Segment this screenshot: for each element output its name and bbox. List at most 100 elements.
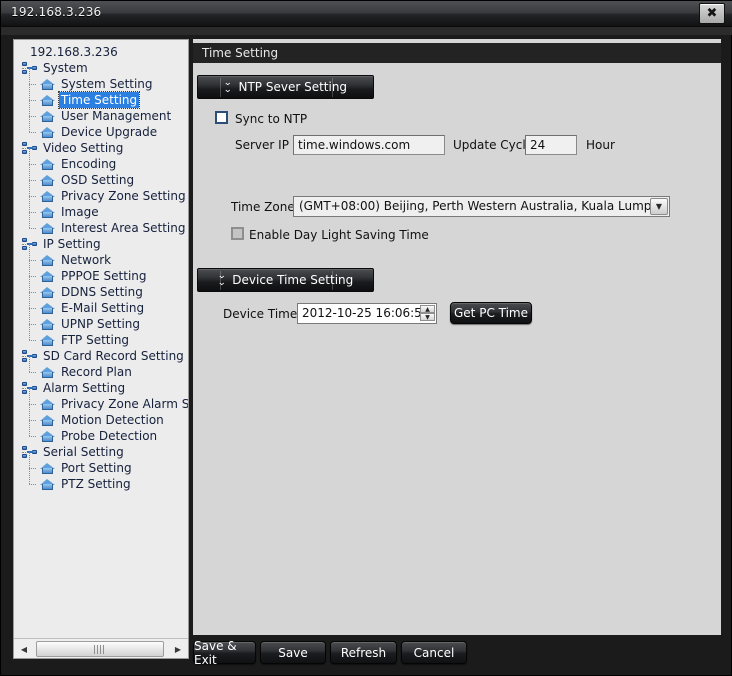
home-icon bbox=[40, 462, 55, 475]
tree-item-port-setting[interactable]: Port Setting bbox=[18, 452, 188, 476]
home-icon bbox=[40, 254, 55, 267]
device-time-section-title: Device Time Setting bbox=[232, 273, 354, 287]
device-time-stepper[interactable]: ▲ ▼ bbox=[420, 305, 435, 322]
tree-item-e-mail-setting[interactable]: E-Mail Setting bbox=[18, 292, 188, 316]
home-icon bbox=[40, 158, 55, 171]
refresh-button[interactable]: Refresh bbox=[330, 641, 397, 664]
sync-to-ntp-checkbox[interactable] bbox=[215, 111, 228, 124]
chevron-down-icon[interactable]: ▼ bbox=[650, 198, 668, 215]
tree-item-label: Privacy Zone Setting bbox=[61, 189, 186, 203]
tree-item-192-168-3-236[interactable]: 192.168.3.236 bbox=[18, 44, 188, 60]
tree-item-user-management[interactable]: User Management bbox=[18, 100, 188, 124]
tree-item-osd-setting[interactable]: OSD Setting bbox=[18, 164, 188, 188]
tree-item-system-setting[interactable]: System Setting bbox=[18, 68, 188, 92]
home-icon bbox=[40, 110, 55, 123]
tree-item-encoding[interactable]: Encoding bbox=[18, 148, 188, 172]
tree-item-label: DDNS Setting bbox=[61, 285, 143, 299]
tree-item-video-setting[interactable]: Video Setting bbox=[18, 140, 188, 156]
home-icon bbox=[40, 94, 55, 107]
tree-item-label: Serial Setting bbox=[43, 445, 124, 459]
device-time-label: Device Time bbox=[223, 307, 298, 321]
home-icon bbox=[40, 414, 55, 427]
tree-item-network[interactable]: Network bbox=[18, 244, 188, 268]
tree-item-label: Network bbox=[61, 253, 112, 267]
tree-item-ptz-setting[interactable]: PTZ Setting bbox=[18, 468, 188, 492]
ntp-section-header[interactable]: ⌄ ⌄ NTP Sever Setting bbox=[197, 75, 374, 99]
tree-item-label: SD Card Record Setting bbox=[43, 349, 184, 363]
tree-item-pppoe-setting[interactable]: PPPOE Setting bbox=[18, 260, 188, 284]
sync-to-ntp-label: Sync to NTP bbox=[235, 112, 308, 126]
home-icon bbox=[40, 206, 55, 219]
tree-item-label: FTP Setting bbox=[61, 333, 130, 347]
tree-item-label: Encoding bbox=[61, 157, 117, 171]
window-title: 192.168.3.236 bbox=[11, 5, 102, 19]
tree-item-privacy-zone-alarm-set[interactable]: Privacy Zone Alarm Set bbox=[18, 388, 189, 412]
time-zone-label: Time Zone bbox=[231, 200, 295, 214]
chevron-double-down-icon: ⌄ ⌄ bbox=[223, 78, 233, 95]
home-icon bbox=[40, 174, 55, 187]
cancel-button[interactable]: Cancel bbox=[401, 641, 467, 664]
close-button[interactable]: ✖ bbox=[699, 3, 725, 24]
tree-item-label: UPNP Setting bbox=[61, 317, 141, 331]
home-icon bbox=[40, 270, 55, 283]
home-icon bbox=[40, 126, 55, 139]
tree-item-ddns-setting[interactable]: DDNS Setting bbox=[18, 276, 188, 300]
home-icon bbox=[40, 302, 55, 315]
tree-item-privacy-zone-setting[interactable]: Privacy Zone Setting bbox=[18, 180, 188, 204]
settings-tree[interactable]: 192.168.3.236 System System Setting Time Se… bbox=[14, 40, 189, 636]
save-and-exit-button[interactable]: Save & Exit bbox=[193, 639, 256, 667]
stepper-down-icon[interactable]: ▼ bbox=[420, 313, 435, 321]
title-bar: 192.168.3.236 ✖ bbox=[1, 1, 732, 27]
ntp-section-title: NTP Sever Setting bbox=[238, 80, 348, 94]
tree-item-device-upgrade[interactable]: Device Upgrade bbox=[18, 116, 188, 140]
server-ip-input[interactable]: time.windows.com bbox=[293, 135, 445, 155]
tree-item-label: System bbox=[43, 61, 88, 75]
home-icon bbox=[40, 430, 55, 443]
device-time-section-header[interactable]: ⌄ ⌄ Device Time Setting bbox=[197, 268, 374, 292]
server-ip-label: Server IP bbox=[235, 138, 289, 152]
tree-item-alarm-setting[interactable]: Alarm Setting bbox=[18, 380, 188, 396]
tree-item-label: Motion Detection bbox=[61, 413, 164, 427]
tree-item-label: System Setting bbox=[61, 77, 153, 91]
device-time-input[interactable]: 2012-10-25 16:06:55 ▲ ▼ bbox=[297, 303, 437, 324]
get-pc-time-button[interactable]: Get PC Time bbox=[450, 302, 532, 324]
tree-item-label: PPPOE Setting bbox=[61, 269, 147, 283]
tree-item-label: Time Setting bbox=[57, 91, 141, 109]
tree-item-label: E-Mail Setting bbox=[61, 301, 145, 315]
tree-item-label: IP Setting bbox=[43, 237, 101, 251]
home-icon bbox=[40, 190, 55, 203]
tree-item-label: Privacy Zone Alarm Set bbox=[61, 397, 189, 411]
chevron-double-down-icon: ⌄ ⌄ bbox=[216, 271, 227, 288]
navigation-panel: 192.168.3.236 System System Setting Time Se… bbox=[13, 39, 189, 659]
tree-item-image[interactable]: Image bbox=[18, 196, 188, 220]
title-bar-shadow bbox=[1, 27, 732, 35]
home-icon bbox=[40, 334, 55, 347]
update-cycle-input[interactable]: 24 bbox=[525, 135, 577, 155]
tree-item-label: Image bbox=[61, 205, 99, 219]
stepper-up-icon[interactable]: ▲ bbox=[420, 305, 435, 313]
tree-item-label: OSD Setting bbox=[61, 173, 135, 187]
tree-item-label: Device Upgrade bbox=[61, 125, 158, 139]
content-panel: Time Setting ⌄ ⌄ NTP Sever Setting Sync t… bbox=[193, 39, 721, 635]
tree-item-label: PTZ Setting bbox=[61, 477, 131, 491]
page-title: Time Setting bbox=[193, 43, 721, 63]
tree-item-label: Record Plan bbox=[61, 365, 132, 379]
tree-item-record-plan[interactable]: Record Plan bbox=[18, 356, 188, 380]
save-button[interactable]: Save bbox=[260, 641, 326, 664]
tree-item-probe-detection[interactable]: Probe Detection bbox=[18, 420, 188, 444]
tree-item-system[interactable]: System bbox=[18, 60, 188, 76]
tree-item-interest-area-setting[interactable]: Interest Area Setting bbox=[18, 212, 188, 236]
tree-item-serial-setting[interactable]: Serial Setting bbox=[18, 444, 188, 460]
tree-item-ip-setting[interactable]: IP Setting bbox=[18, 236, 188, 252]
home-icon bbox=[40, 366, 55, 379]
tree-item-sd-card-record-setting[interactable]: SD Card Record Setting bbox=[18, 348, 188, 364]
tree-item-motion-detection[interactable]: Motion Detection bbox=[18, 404, 188, 428]
home-icon bbox=[40, 78, 55, 91]
home-icon bbox=[40, 478, 55, 491]
tree-item-time-setting[interactable]: Time Setting bbox=[18, 84, 188, 109]
daylight-saving-checkbox[interactable] bbox=[231, 227, 244, 240]
daylight-saving-label: Enable Day Light Saving Time bbox=[249, 228, 429, 242]
tree-item-ftp-setting[interactable]: FTP Setting bbox=[18, 324, 188, 348]
tree-item-upnp-setting[interactable]: UPNP Setting bbox=[18, 308, 188, 332]
time-zone-select[interactable]: (GMT+08:00) Beijing, Perth Western Austr… bbox=[293, 196, 670, 217]
